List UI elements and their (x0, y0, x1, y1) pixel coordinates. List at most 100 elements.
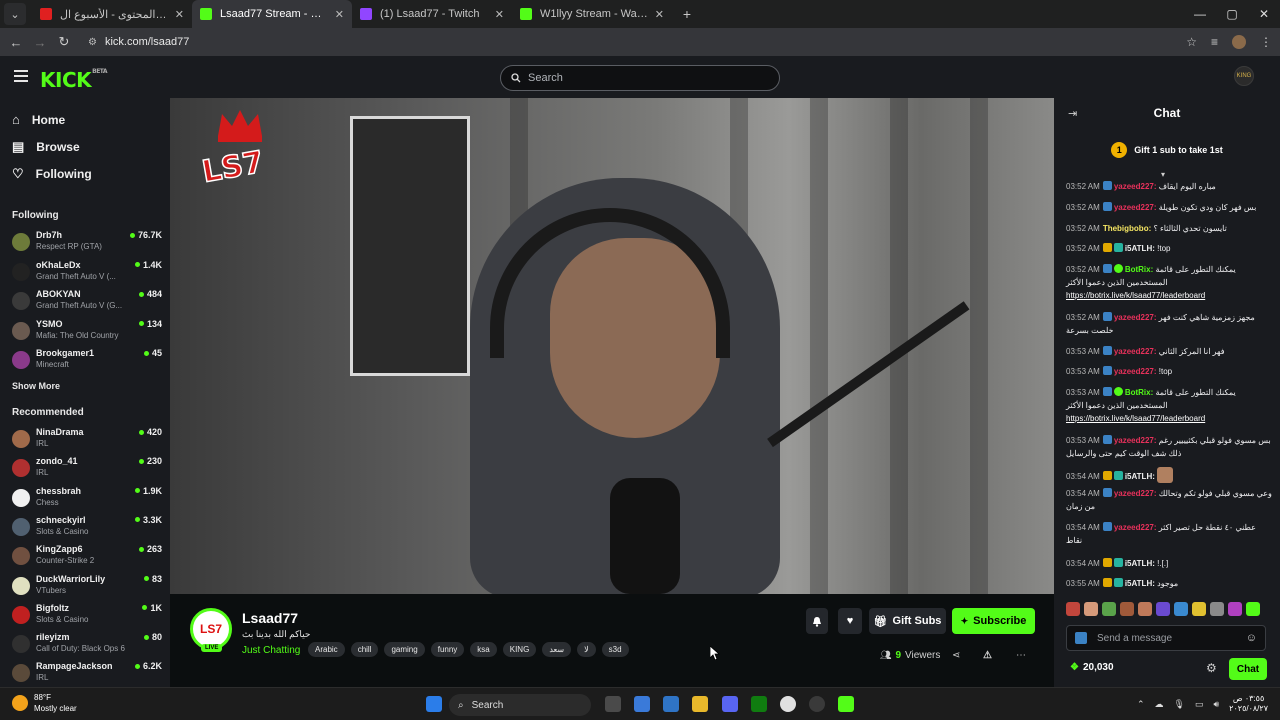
stream-category[interactable]: Just Chatting (242, 645, 300, 656)
sidebar-nav-browse[interactable]: ▤ Browse (12, 139, 80, 155)
microphone-tray-icon[interactable]: 🎙︎ (1174, 699, 1185, 710)
stream-tag[interactable]: KING (502, 642, 537, 657)
emote-4-icon[interactable] (1120, 602, 1134, 616)
browser-tab[interactable]: Lsaad77 Stream - Watch Live on K... ✕ (192, 0, 352, 28)
chat-username[interactable]: BotRix: (1125, 388, 1153, 397)
chat-message-input[interactable]: Send a message ☺ (1066, 625, 1266, 651)
stream-tag[interactable]: ksa (470, 642, 497, 657)
taskbar-search[interactable]: ⌕ Search (449, 694, 591, 716)
emote-5-icon[interactable] (1138, 602, 1152, 616)
chat-username[interactable]: yazeed227: (1114, 182, 1157, 191)
maximize-button[interactable]: ▢ (1216, 0, 1248, 28)
url-field[interactable]: ⚙ kick.com/lsaad77 (88, 36, 189, 48)
xbox-icon[interactable] (751, 696, 767, 712)
emote-10-icon[interactable] (1228, 602, 1242, 616)
browser-tab[interactable]: دوري صناع المحتوى - الأسبوع ال... ✕ (32, 0, 192, 28)
system-clock[interactable]: ٠٣:٥٥ ص ٢٠٢٥/٠٨/٢٧ (1229, 694, 1268, 714)
menu-dots-icon[interactable]: ⋮ (1260, 35, 1272, 49)
stream-tag[interactable]: سعد (542, 642, 572, 657)
emote-3-icon[interactable] (1102, 602, 1116, 616)
forward-icon[interactable]: → (28, 35, 52, 50)
chat-username[interactable]: yazeed227: (1114, 203, 1157, 212)
report-icon[interactable]: ⚠ (983, 650, 992, 661)
volume-icon[interactable]: 🔊︎ (1214, 699, 1220, 710)
sidebar-channel[interactable]: Drb7h Respect RP (GTA) 76.7K (12, 230, 162, 256)
chat-link[interactable]: https://botrix.live/k/lsaad77/leaderboar… (1066, 291, 1205, 300)
emote-9-icon[interactable] (1210, 602, 1224, 616)
stream-tag[interactable]: gaming (384, 642, 425, 657)
chat-username[interactable]: i5ATLH: (1125, 244, 1155, 253)
store-icon[interactable] (663, 696, 679, 712)
sidebar-channel[interactable]: KingZapp6 Counter-Strike 2 263 (12, 544, 162, 570)
reload-icon[interactable]: ↻ (52, 34, 76, 50)
channel-name[interactable]: Lsaad77 (242, 610, 298, 626)
kick-logo[interactable]: KICKBETA (40, 68, 108, 92)
share-icon[interactable]: ⋖ (952, 650, 960, 661)
sidebar-channel[interactable]: Brookgamer1 Minecraft 45 (12, 348, 162, 374)
reading-list-icon[interactable]: ≡ (1211, 35, 1218, 49)
browser-tab[interactable]: W1llyy Stream - Watch Live on ✕ (512, 0, 672, 28)
stream-tag[interactable]: لا (577, 642, 596, 657)
sidebar-channel[interactable]: oKhaLeDx Grand Theft Auto V (... 1.4K (12, 260, 162, 286)
emote-1-icon[interactable] (1066, 602, 1080, 616)
chat-username[interactable]: i5ATLH: (1125, 559, 1155, 568)
stream-tag[interactable]: Arabic (308, 642, 345, 657)
sidebar-channel[interactable]: ABOKYAN Grand Theft Auto V (G... 484 (12, 289, 162, 315)
back-icon[interactable]: ← (4, 35, 28, 50)
chat-username[interactable]: yazeed227: (1114, 347, 1157, 356)
emote-8-icon[interactable] (1192, 602, 1206, 616)
tab-close-icon[interactable]: ✕ (175, 8, 184, 21)
chat-username[interactable]: yazeed227: (1114, 436, 1157, 445)
user-avatar[interactable]: KING (1234, 66, 1254, 86)
browser-tab[interactable]: (1) Lsaad77 - Twitch ✕ (352, 0, 512, 28)
task-view-icon[interactable] (605, 696, 621, 712)
follow-heart-button[interactable]: ♥ (838, 608, 862, 634)
tray-chevron-icon[interactable]: ⌃ (1137, 699, 1145, 710)
close-window-button[interactable]: ✕ (1248, 0, 1280, 28)
tab-search-button[interactable]: ⌄ (4, 3, 26, 25)
emote-6-icon[interactable] (1156, 602, 1170, 616)
sidebar-nav-home[interactable]: ⌂ Home (12, 112, 65, 127)
sidebar-channel[interactable]: YSMO Mafia: The Old Country 134 (12, 319, 162, 345)
copilot-icon[interactable] (634, 696, 650, 712)
more-options-icon[interactable]: ⋯ (1016, 650, 1026, 661)
chat-link[interactable]: https://botrix.live/k/lsaad77/leaderboar… (1066, 414, 1205, 423)
profile-avatar[interactable] (1232, 35, 1246, 49)
tab-close-icon[interactable]: ✕ (335, 8, 344, 21)
show-more-button[interactable]: Show More (12, 381, 60, 391)
emote-7-icon[interactable] (1174, 602, 1188, 616)
obs-icon[interactable] (809, 696, 825, 712)
new-tab-button[interactable]: + (676, 3, 698, 25)
send-chat-button[interactable]: Chat (1229, 658, 1267, 680)
sidebar-channel[interactable]: zondo_41 IRL 230 (12, 456, 162, 482)
chat-username[interactable]: i5ATLH: (1125, 472, 1155, 481)
emote-11-icon[interactable] (1246, 602, 1260, 616)
gift-leaderboard-banner[interactable]: 1 Gift 1 sub to take 1st (1054, 138, 1280, 162)
network-icon[interactable]: ▭ (1195, 699, 1204, 710)
discord-icon[interactable] (722, 696, 738, 712)
chrome-icon[interactable] (780, 696, 796, 712)
sidebar-channel[interactable]: DuckWarriorLily VTubers 83 (12, 574, 162, 600)
weather-widget[interactable]: 88°F Mostly clear (12, 692, 77, 714)
site-info-icon[interactable]: ⚙ (88, 37, 97, 48)
gift-subs-button[interactable]: 🎁︎ Gift Subs (869, 608, 946, 634)
chat-username[interactable]: yazeed227: (1114, 367, 1157, 376)
sidebar-nav-following[interactable]: ♡ Following (12, 166, 92, 182)
subscribe-button[interactable]: ✦ Subscribe (952, 608, 1035, 634)
emote-2-icon[interactable] (1084, 602, 1098, 616)
bookmark-star-icon[interactable]: ☆ (1186, 35, 1197, 49)
sidebar-channel[interactable]: rileyizm Call of Duty: Black Ops 6 80 (12, 632, 162, 658)
sidebar-channel[interactable]: RampageJackson IRL 6.2K (12, 661, 162, 687)
minimize-button[interactable]: — (1184, 0, 1216, 28)
chat-settings-gear-icon[interactable]: ⚙ (1206, 661, 1217, 675)
pinned-handle-icon[interactable]: ▾ (1161, 170, 1165, 179)
cloud-icon[interactable]: ☁ (1155, 699, 1164, 710)
chat-username[interactable]: yazeed227: (1114, 523, 1157, 532)
stream-tag[interactable]: chill (350, 642, 379, 657)
stream-tag[interactable]: s3d (601, 642, 629, 657)
file-explorer-icon[interactable] (692, 696, 708, 712)
stream-tag[interactable]: funny (430, 642, 465, 657)
sidebar-channel[interactable]: Bigfoltz Slots & Casino 1K (12, 603, 162, 629)
windows-start-icon[interactable] (426, 696, 442, 712)
sidebar-channel[interactable]: schneckyirl Slots & Casino 3.3K (12, 515, 162, 541)
